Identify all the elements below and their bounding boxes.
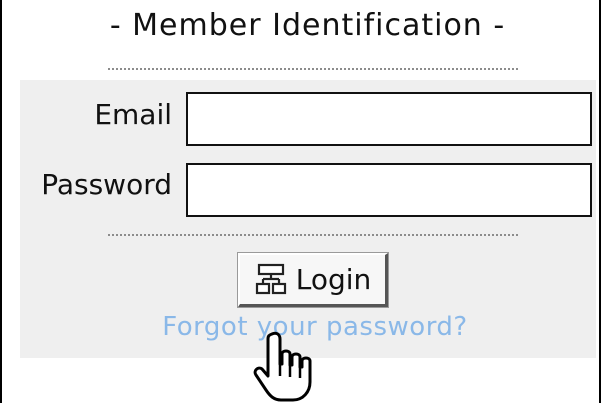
title-divider [108,68,518,70]
fields-divider [108,234,518,236]
frame-right-border [599,0,601,403]
email-field[interactable] [186,92,592,146]
login-window: - Member Identification - Email Password… [0,0,602,403]
password-field[interactable] [186,163,592,217]
hand-pointer-icon [253,331,312,402]
email-label: Email [94,98,172,131]
password-label: Password [41,168,172,201]
login-button-label: Login [295,263,372,296]
form-title: - Member Identification - [109,8,506,43]
login-button[interactable]: Login [238,253,388,307]
sitemap-icon [255,263,286,294]
frame-left-border [0,0,2,403]
